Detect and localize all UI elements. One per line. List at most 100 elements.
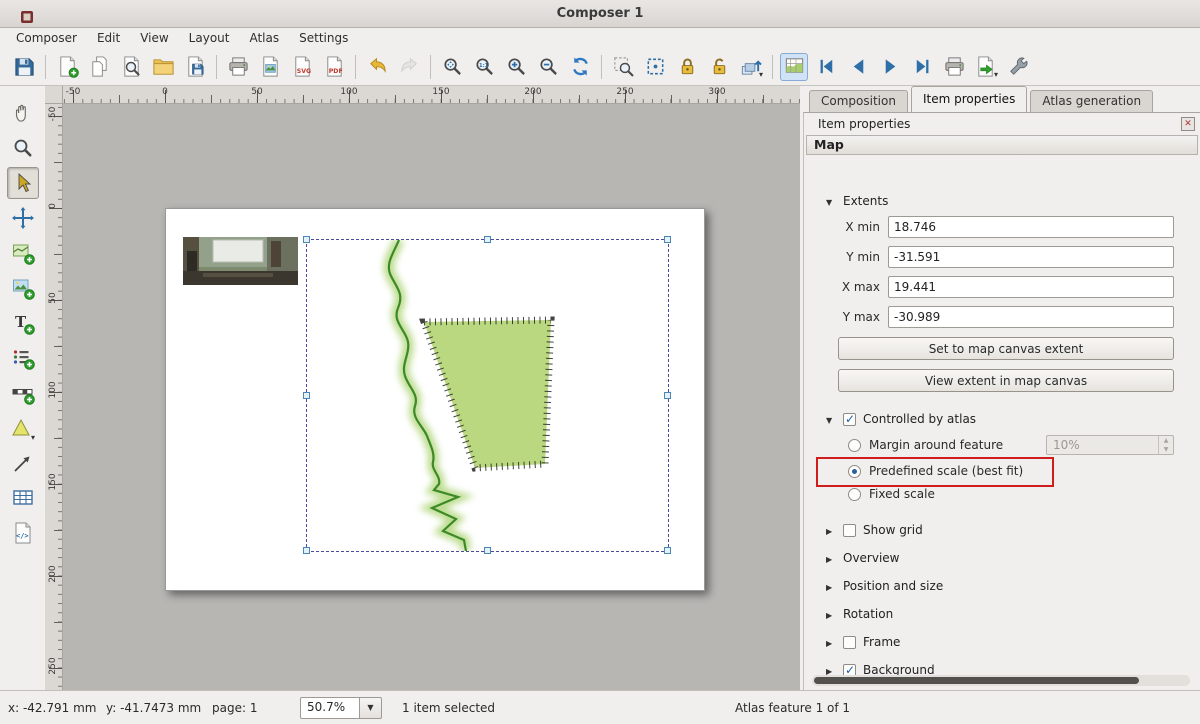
pan-to-selection-button[interactable] — [641, 53, 669, 81]
predefined-scale-radio[interactable] — [848, 465, 861, 478]
menu-edit[interactable]: Edit — [87, 28, 130, 48]
print-atlas-button[interactable] — [940, 53, 968, 81]
expand-arrow-icon[interactable] — [826, 551, 836, 565]
frame-checkbox[interactable] — [843, 636, 856, 649]
move-item-content-tool-button[interactable] — [7, 202, 39, 234]
duplicate-composition-button[interactable] — [85, 53, 113, 81]
selection-handle[interactable] — [303, 236, 310, 243]
zoom-out-button[interactable] — [534, 53, 562, 81]
collapse-arrow-icon[interactable] — [826, 412, 836, 426]
menu-composer[interactable]: Composer — [6, 28, 87, 48]
load-from-template-button[interactable] — [149, 53, 177, 81]
spinbox-arrows-icon[interactable]: ▲▼ — [1158, 436, 1173, 454]
add-image-button[interactable] — [7, 272, 39, 304]
selection-handle[interactable] — [484, 236, 491, 243]
refresh-view-button[interactable] — [566, 53, 594, 81]
save-project-button[interactable] — [10, 53, 38, 81]
panel-horizontal-scrollbar[interactable] — [812, 675, 1190, 686]
xmax-input[interactable] — [888, 276, 1174, 298]
tab-item-properties[interactable]: Item properties — [911, 86, 1027, 112]
section-position-and-size[interactable]: Position and size — [826, 579, 1174, 593]
section-show-grid[interactable]: Show grid — [826, 523, 1174, 537]
section-overview[interactable]: Overview — [826, 551, 1174, 565]
scrollbar-thumb[interactable] — [814, 677, 1139, 684]
margin-around-feature-radio[interactable] — [848, 439, 861, 452]
selection-handle[interactable] — [303, 392, 310, 399]
tab-atlas-generation[interactable]: Atlas generation — [1030, 90, 1153, 112]
selection-handle[interactable] — [303, 547, 310, 554]
export-atlas-dropdown-arrow-icon[interactable]: ▾ — [994, 70, 998, 81]
first-feature-button[interactable] — [812, 53, 840, 81]
picture-item[interactable] — [183, 237, 298, 285]
fixed-scale-option[interactable]: Fixed scale — [848, 487, 1174, 501]
menu-layout[interactable]: Layout — [179, 28, 240, 48]
last-feature-button[interactable] — [908, 53, 936, 81]
controlled-by-atlas-checkbox[interactable] — [843, 413, 856, 426]
collapse-arrow-icon[interactable] — [826, 194, 836, 208]
close-dock-button[interactable]: ✕ — [1181, 117, 1195, 131]
next-feature-button[interactable] — [876, 53, 904, 81]
xmin-input[interactable] — [888, 216, 1174, 238]
add-label-button[interactable]: T — [7, 307, 39, 339]
zoom-full-button[interactable] — [438, 53, 466, 81]
selection-handle[interactable] — [484, 547, 491, 554]
add-scalebar-button[interactable] — [7, 377, 39, 409]
export-as-image-button[interactable] — [256, 53, 284, 81]
undo-button[interactable] — [363, 53, 391, 81]
view-extent-in-map-canvas-button[interactable]: View extent in map canvas — [838, 369, 1174, 392]
add-shape-dropdown-arrow-icon[interactable]: ▾ — [31, 433, 35, 444]
previous-feature-button[interactable] — [844, 53, 872, 81]
zoom-value[interactable]: 50.7% — [300, 697, 360, 719]
extents-header[interactable]: Extents — [826, 194, 1174, 208]
expand-arrow-icon[interactable] — [826, 523, 836, 537]
select-move-item-tool-button[interactable] — [7, 167, 39, 199]
composer-canvas[interactable] — [63, 104, 800, 690]
section-frame[interactable]: Frame — [826, 635, 1174, 649]
expand-arrow-icon[interactable] — [826, 579, 836, 593]
ymin-input[interactable] — [888, 246, 1174, 268]
add-shape-button[interactable]: ▾ — [7, 412, 39, 444]
fixed-scale-radio[interactable] — [848, 488, 861, 501]
margin-spinbox[interactable]: 10% ▲▼ — [1046, 435, 1174, 455]
export-atlas-button[interactable]: ▾ — [972, 53, 1000, 81]
zoom-actual-button[interactable]: 1:1 — [470, 53, 498, 81]
add-html-frame-button[interactable]: </> — [7, 517, 39, 549]
menu-atlas[interactable]: Atlas — [239, 28, 289, 48]
add-new-map-button[interactable] — [7, 237, 39, 269]
raise-selected-items-button[interactable]: ▾ — [737, 53, 765, 81]
selection-handle[interactable] — [664, 547, 671, 554]
menu-settings[interactable]: Settings — [289, 28, 358, 48]
ymax-input[interactable] — [888, 306, 1174, 328]
lock-selected-items-button[interactable] — [673, 53, 701, 81]
raise-selected-items-dropdown-arrow-icon[interactable]: ▾ — [759, 70, 763, 81]
selection-handle[interactable] — [664, 392, 671, 399]
zoom-combobox[interactable]: 50.7% ▼ — [300, 697, 382, 719]
atlas-settings-button[interactable] — [1004, 53, 1032, 81]
expand-arrow-icon[interactable] — [826, 607, 836, 621]
preview-atlas-button[interactable] — [780, 53, 808, 81]
add-attribute-table-button[interactable] — [7, 482, 39, 514]
tab-composition[interactable]: Composition — [809, 90, 908, 112]
map-item[interactable] — [307, 240, 668, 551]
unlock-all-items-button[interactable] — [705, 53, 733, 81]
show-grid-checkbox[interactable] — [843, 524, 856, 537]
zoom-to-selection-button[interactable] — [609, 53, 637, 81]
set-to-map-canvas-extent-button[interactable]: Set to map canvas extent — [838, 337, 1174, 360]
export-as-pdf-button[interactable]: PDF — [320, 53, 348, 81]
new-composition-button[interactable] — [53, 53, 81, 81]
zoom-in-button[interactable] — [502, 53, 530, 81]
print-button[interactable] — [224, 53, 252, 81]
predefined-scale-option[interactable]: Predefined scale (best fit) — [848, 464, 1174, 478]
selection-handle[interactable] — [664, 236, 671, 243]
zoom-tool-button[interactable] — [7, 132, 39, 164]
pan-tool-button[interactable] — [7, 97, 39, 129]
margin-around-feature-option[interactable]: Margin around feature 10% ▲▼ — [848, 435, 1174, 455]
save-as-template-button[interactable] — [181, 53, 209, 81]
expand-arrow-icon[interactable] — [826, 635, 836, 649]
controlled-by-atlas-header[interactable]: Controlled by atlas — [826, 412, 1174, 426]
composer-manager-button[interactable] — [117, 53, 145, 81]
section-rotation[interactable]: Rotation — [826, 607, 1174, 621]
redo-button[interactable] — [395, 53, 423, 81]
zoom-dropdown-arrow-icon[interactable]: ▼ — [360, 697, 382, 719]
menu-view[interactable]: View — [130, 28, 178, 48]
